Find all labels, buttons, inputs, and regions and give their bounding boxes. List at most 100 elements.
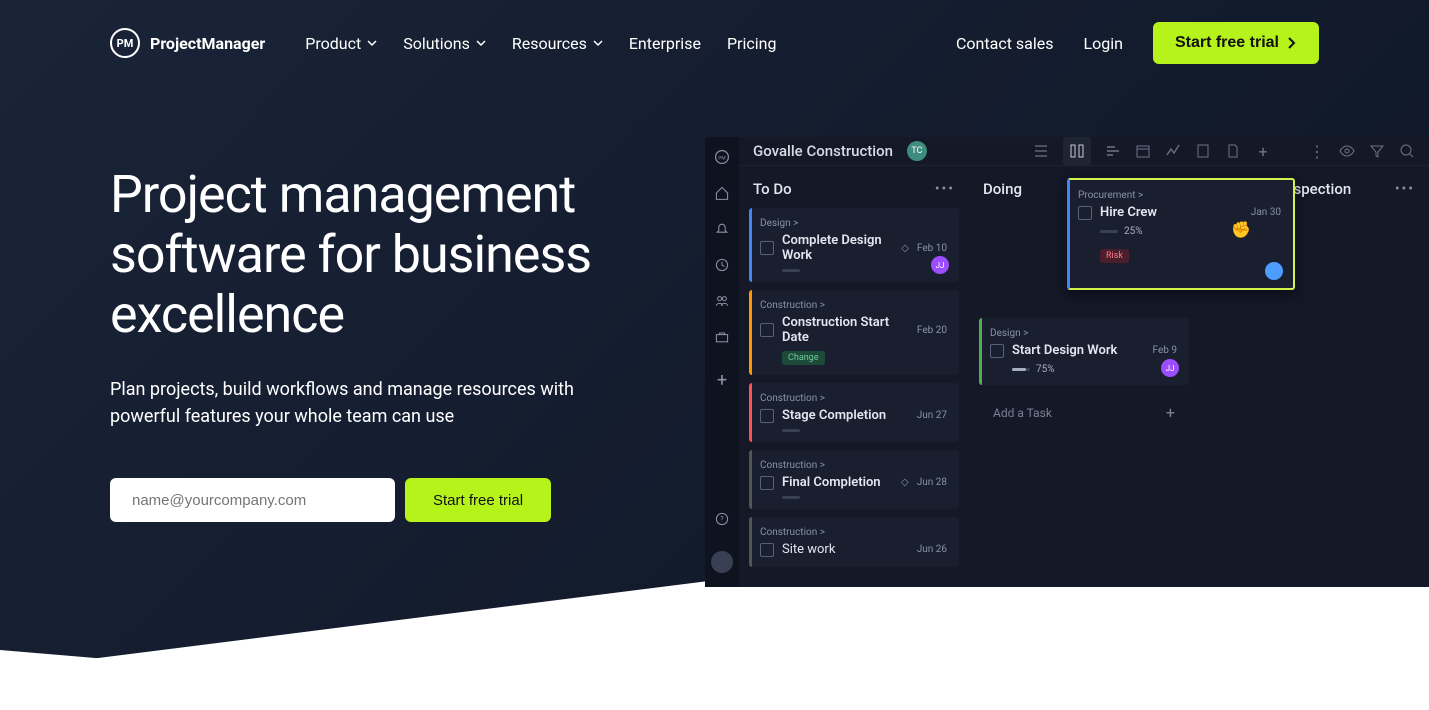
board-view-icon[interactable]: [1063, 137, 1091, 165]
chevron-down-icon: [367, 38, 377, 48]
checkbox[interactable]: [1078, 206, 1092, 220]
checkbox[interactable]: [760, 543, 774, 557]
sidebar-add-icon[interactable]: +: [717, 370, 727, 391]
task-card[interactable]: Construction > Construction Start Date F…: [749, 290, 959, 375]
task-card[interactable]: Design > Start Design Work Feb 9 75% JJ: [979, 318, 1189, 385]
column-menu-icon[interactable]: •••: [1395, 181, 1415, 197]
brand-name: ProjectManager: [150, 34, 265, 53]
card-date: Jun 28: [917, 477, 947, 488]
pm-logo-icon[interactable]: PM: [714, 149, 730, 165]
task-card[interactable]: Construction > Site work Jun 26: [749, 517, 959, 567]
bell-icon[interactable]: [714, 221, 730, 237]
add-view-icon[interactable]: +: [1255, 143, 1271, 159]
file-view-icon[interactable]: [1225, 143, 1241, 159]
project-title: Govalle Construction: [753, 142, 893, 160]
kanban-board: To Do ••• Design > Complete Design Work …: [739, 166, 1429, 587]
nav-enterprise[interactable]: Enterprise: [629, 34, 701, 53]
nav-enterprise-label: Enterprise: [629, 34, 701, 53]
nav-product-label: Product: [305, 34, 361, 53]
signup-form: Start free trial: [110, 478, 630, 522]
hero-cta-button[interactable]: Start free trial: [405, 478, 551, 522]
filter-icon[interactable]: [1369, 143, 1385, 159]
nav-pricing[interactable]: Pricing: [727, 34, 777, 53]
diamond-icon: ◇: [901, 243, 909, 254]
diamond-icon: ◇: [901, 477, 909, 488]
progress-pct: 25%: [1124, 226, 1143, 237]
workload-view-icon[interactable]: [1165, 143, 1181, 159]
card-title: Site work: [782, 542, 909, 557]
logo[interactable]: PM ProjectManager: [110, 28, 265, 58]
app-preview: PM + ? Govalle Construction TC: [705, 137, 1429, 587]
nav-solutions-label: Solutions: [403, 34, 470, 53]
eye-icon[interactable]: [1339, 143, 1355, 159]
nav-resources-label: Resources: [512, 34, 587, 53]
more-icon[interactable]: ⋮: [1309, 143, 1325, 159]
top-nav: PM ProjectManager Product Solutions Reso…: [0, 0, 1429, 86]
card-title: Hire Crew: [1100, 205, 1243, 220]
gantt-view-icon[interactable]: [1105, 143, 1121, 159]
home-icon[interactable]: [714, 185, 730, 201]
checkbox[interactable]: [760, 323, 774, 337]
card-title: Construction Start Date: [782, 315, 909, 345]
briefcase-icon[interactable]: [714, 329, 730, 345]
plus-icon: +: [936, 585, 945, 587]
card-category: Design >: [760, 218, 947, 229]
progress-bar: [782, 429, 800, 432]
card-date: Feb 9: [1153, 345, 1177, 356]
assignee-avatar[interactable]: [1265, 262, 1283, 280]
team-icon[interactable]: [714, 293, 730, 309]
assignee-avatar[interactable]: JJ: [931, 256, 949, 274]
card-date: Feb 10: [917, 243, 947, 254]
card-category: Construction >: [760, 460, 947, 471]
nav-pricing-label: Pricing: [727, 34, 777, 53]
add-task-button[interactable]: Add a Task +: [979, 393, 1189, 432]
tag-risk: Risk: [1100, 249, 1129, 263]
column-title: To Do: [753, 180, 792, 198]
search-icon[interactable]: [1399, 143, 1415, 159]
help-icon[interactable]: ?: [714, 511, 730, 527]
start-trial-label: Start free trial: [1175, 34, 1279, 52]
checkbox[interactable]: [760, 476, 774, 490]
calendar-view-icon[interactable]: [1135, 143, 1151, 159]
dragging-card[interactable]: Procurement > Hire Crew Jan 30 25% Risk: [1067, 178, 1295, 290]
card-category: Construction >: [760, 393, 947, 404]
nav-solutions[interactable]: Solutions: [403, 34, 486, 53]
card-category: Procurement >: [1078, 190, 1281, 201]
checkbox[interactable]: [990, 344, 1004, 358]
nav-product[interactable]: Product: [305, 34, 377, 53]
card-category: Construction >: [760, 527, 947, 538]
task-card[interactable]: Construction > Stage Completion Jun 27: [749, 383, 959, 442]
view-switcher: +: [1033, 137, 1271, 165]
app-main: Govalle Construction TC + ⋮: [739, 137, 1429, 587]
nav-right: Contact sales Login Start free trial: [956, 22, 1319, 64]
start-trial-button[interactable]: Start free trial: [1153, 22, 1319, 64]
nav-resources[interactable]: Resources: [512, 34, 603, 53]
app-sidebar: PM + ?: [705, 137, 739, 587]
task-card[interactable]: Design > Complete Design Work ◇ Feb 10 J…: [749, 208, 959, 282]
user-avatar[interactable]: [711, 551, 733, 573]
task-card[interactable]: Construction > Final Completion ◇ Jun 28: [749, 450, 959, 509]
chevron-down-icon: [593, 38, 603, 48]
hero: Project management software for business…: [110, 165, 630, 522]
nav-login[interactable]: Login: [1084, 34, 1123, 53]
hero-title: Project management software for business…: [110, 165, 630, 344]
card-title: Complete Design Work: [782, 233, 893, 263]
checkbox[interactable]: [760, 409, 774, 423]
nav-contact[interactable]: Contact sales: [956, 34, 1053, 53]
checkbox[interactable]: [760, 241, 774, 255]
add-task-button[interactable]: Add a Task +: [749, 575, 959, 587]
card-date: Jun 27: [917, 410, 947, 421]
list-view-icon[interactable]: [1033, 143, 1049, 159]
progress-bar: [1100, 230, 1118, 233]
column-title: Doing: [983, 180, 1022, 198]
chevron-right-icon: [1287, 36, 1297, 50]
chevron-down-icon: [476, 38, 486, 48]
card-date: Jun 26: [917, 544, 947, 555]
assignee-avatar[interactable]: JJ: [1161, 359, 1179, 377]
email-input[interactable]: [110, 478, 395, 522]
team-badge[interactable]: TC: [907, 141, 927, 161]
clock-icon[interactable]: [714, 257, 730, 273]
column-menu-icon[interactable]: •••: [935, 181, 955, 197]
sheet-view-icon[interactable]: [1195, 143, 1211, 159]
card-title: Stage Completion: [782, 408, 909, 423]
